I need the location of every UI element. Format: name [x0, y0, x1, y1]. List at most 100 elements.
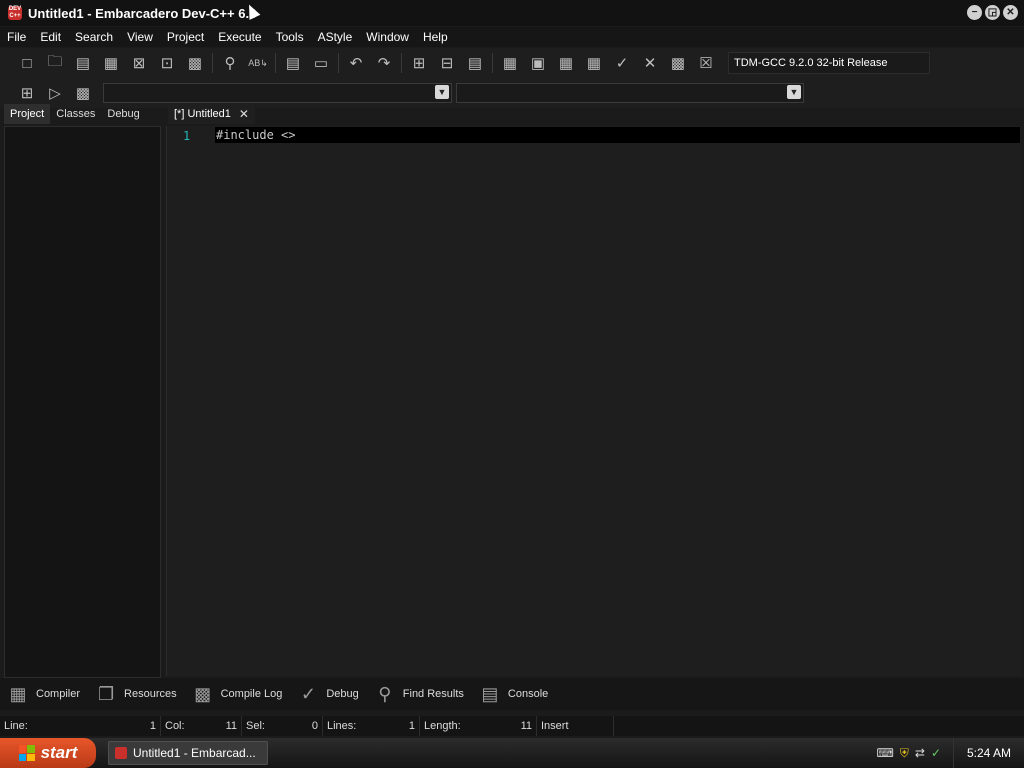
profile-icon[interactable]: ▩	[665, 51, 691, 75]
bookmarks-icon[interactable]: ▩	[70, 81, 96, 105]
menu-tools[interactable]: Tools	[269, 30, 311, 44]
menu-astyle[interactable]: AStyle	[311, 30, 360, 44]
bookmark-icon[interactable]: ▷	[42, 81, 68, 105]
status-sel-value: 0	[311, 720, 318, 732]
minimize-button[interactable]: −	[967, 5, 982, 20]
taskbar-item-devcpp[interactable]: Untitled1 - Embarcad...	[108, 741, 268, 765]
tab-debug[interactable]: Debug	[101, 104, 145, 124]
resources-icon: ❐	[97, 683, 115, 704]
compile-icon[interactable]: ▦	[497, 51, 523, 75]
close-all-icon[interactable]: ⊡	[154, 51, 180, 75]
tab-classes[interactable]: Classes	[50, 104, 101, 124]
clock[interactable]: 5:24 AM	[953, 738, 1024, 768]
toolbar-separator	[492, 53, 493, 73]
editor-tab-label: [*] Untitled1	[174, 108, 231, 120]
dev-cpp-logo-icon: DEV C++	[8, 6, 22, 20]
status-mode: Insert	[537, 716, 614, 736]
print-icon[interactable]: ▩	[182, 51, 208, 75]
checkmark-icon: ✓	[300, 683, 316, 704]
menu-edit[interactable]: Edit	[33, 30, 68, 44]
open-folder-icon[interactable]: 🗀	[42, 51, 68, 75]
stop-execution-icon[interactable]: ✕	[637, 51, 663, 75]
tray-icons: ⌨ ⛨ ⇄ ✓	[877, 746, 941, 761]
status-lines: Lines: 1	[323, 716, 420, 736]
bottom-panel-tabs: ▦ Compiler ❐ Resources ▩ Compile Log ✓ D…	[0, 678, 1024, 710]
secondary-toolbar: ⊞ ▷ ▩ ▼ ▼	[0, 78, 1024, 108]
security-shield-icon[interactable]: ⛨	[900, 746, 909, 761]
status-length-value: 11	[520, 720, 532, 732]
class-combo[interactable]: ▼	[103, 83, 452, 103]
tab-project[interactable]: Project	[4, 104, 51, 124]
compiler-select[interactable]: TDM-GCC 9.2.0 32-bit Release	[728, 52, 930, 74]
status-sel-label: Sel:	[246, 720, 265, 732]
windows-taskbar: start Untitled1 - Embarcad... ⌨ ⛨ ⇄ ✓ 5:…	[0, 738, 1024, 768]
delete-profile-icon[interactable]: ☒	[693, 51, 719, 75]
menu-search[interactable]: Search	[68, 30, 120, 44]
status-col-label: Col:	[165, 720, 185, 732]
editor-tab-untitled1[interactable]: [*] Untitled1 ✕	[168, 104, 255, 124]
save-all-icon[interactable]: ▦	[98, 51, 124, 75]
redo-icon[interactable]: ↷	[371, 51, 397, 75]
tab-console-label: Console	[507, 688, 549, 700]
indent-icon[interactable]: ▤	[280, 51, 306, 75]
project-panel[interactable]	[4, 126, 161, 678]
keyboard-icon[interactable]: ⌨	[877, 746, 894, 761]
windows-logo-icon	[18, 745, 35, 761]
status-line-label: Line:	[4, 720, 28, 732]
editor-tabs: [*] Untitled1 ✕	[168, 104, 255, 124]
network-icon[interactable]: ⇄	[915, 746, 925, 761]
compile-run-icon[interactable]: ▦	[553, 51, 579, 75]
system-tray: ⌨ ⛨ ⇄ ✓ 5:24 AM	[877, 738, 1024, 768]
close-button[interactable]: ✕	[1003, 5, 1018, 20]
save-icon[interactable]: ▤	[70, 51, 96, 75]
status-col: Col: 11	[161, 716, 242, 736]
menu-file[interactable]: File	[0, 30, 33, 44]
new-project-icon[interactable]: ⊞	[406, 51, 432, 75]
tab-console[interactable]: ▤ Console	[472, 679, 556, 709]
start-label: start	[40, 743, 78, 762]
close-tab-icon[interactable]: ✕	[239, 104, 249, 124]
taskbar-item-label: Untitled1 - Embarcad...	[133, 746, 256, 760]
dev-cpp-icon	[115, 747, 127, 759]
replace-icon[interactable]: AB↳	[245, 51, 271, 75]
tab-compile-log[interactable]: ▩ Compile Log	[185, 679, 291, 709]
tab-find-results-label: Find Results	[402, 688, 464, 700]
restore-button[interactable]: ◲	[985, 5, 1000, 20]
new-file-icon[interactable]: □	[14, 51, 40, 75]
tab-compiler-label: Compiler	[36, 688, 81, 700]
menu-project[interactable]: Project	[160, 30, 211, 44]
status-length-label: Length:	[424, 720, 461, 732]
run-icon[interactable]: ▣	[525, 51, 551, 75]
left-panel-tabs: Project Classes Debug	[4, 104, 146, 124]
menu-view[interactable]: View	[120, 30, 160, 44]
toolbar-separator	[275, 53, 276, 73]
tab-compiler[interactable]: ▦ Compiler	[0, 679, 88, 709]
chevron-down-icon[interactable]: ▼	[435, 85, 449, 99]
syntax-check-icon[interactable]: ✓	[609, 51, 635, 75]
status-col-value: 11	[225, 720, 237, 732]
close-file-icon[interactable]: ⊠	[126, 51, 152, 75]
find-icon[interactable]: ⚲	[217, 51, 243, 75]
code-line[interactable]: #include <>	[215, 127, 1020, 143]
safely-remove-icon[interactable]: ✓	[931, 746, 941, 761]
menu-help[interactable]: Help	[416, 30, 455, 44]
tab-find-results[interactable]: ⚲ Find Results	[367, 679, 472, 709]
comment-icon[interactable]: ▤	[462, 51, 488, 75]
remove-project-icon[interactable]: ⊟	[434, 51, 460, 75]
menu-bar: File Edit Search View Project Execute To…	[0, 27, 1024, 47]
toolbar-separator	[338, 53, 339, 73]
tab-resources[interactable]: ❐ Resources	[88, 679, 185, 709]
start-button[interactable]: start	[0, 738, 96, 768]
menu-window[interactable]: Window	[359, 30, 416, 44]
code-editor[interactable]: 1 #include <>	[166, 126, 1021, 676]
goto-icon[interactable]: ⊞	[14, 81, 40, 105]
chevron-down-icon[interactable]: ▼	[787, 85, 801, 99]
title-bar: DEV C++ Untitled1 - Embarcadero Dev-C++ …	[0, 0, 1024, 26]
status-sel: Sel: 0	[242, 716, 323, 736]
member-combo[interactable]: ▼	[456, 83, 804, 103]
menu-execute[interactable]: Execute	[211, 30, 268, 44]
undo-icon[interactable]: ↶	[343, 51, 369, 75]
tab-debug-output[interactable]: ✓ Debug	[290, 679, 366, 709]
rebuild-all-icon[interactable]: ▦	[581, 51, 607, 75]
unindent-icon[interactable]: ▭	[308, 51, 334, 75]
